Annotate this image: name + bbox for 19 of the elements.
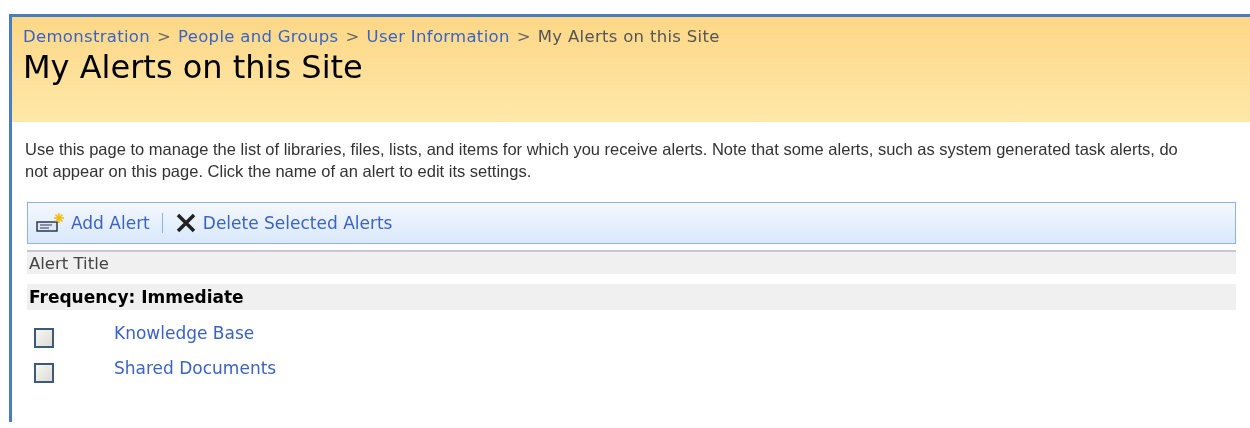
breadcrumb-link[interactable]: Demonstration — [23, 27, 150, 46]
page-title: My Alerts on this Site — [23, 48, 364, 86]
column-header[interactable]: Alert Title — [27, 250, 1236, 274]
alert-link[interactable]: Knowledge Base — [114, 322, 255, 343]
breadcrumb-separator: > — [516, 27, 531, 46]
checkbox[interactable] — [34, 362, 54, 383]
breadcrumb-current: My Alerts on this Site — [537, 27, 720, 46]
delete-icon — [174, 212, 197, 234]
add-alert-button[interactable]: Add Alert — [33, 212, 152, 234]
alert-link[interactable]: Shared Documents — [114, 357, 277, 378]
page-description: Use this page to manage the list of libraries, files, lists, and items for which you receive alerts. Note that some alerts, such as system generated task alerts, do not appear on this page. Click the name of an alert to edit its settings. — [25, 139, 1179, 182]
add-alert-icon — [35, 212, 65, 234]
breadcrumb-link[interactable]: User Information — [366, 27, 510, 46]
breadcrumb-link[interactable]: People and Groups — [178, 27, 339, 46]
checkbox[interactable] — [34, 327, 54, 348]
breadcrumb-separator: > — [156, 27, 172, 46]
breadcrumb-separator: > — [345, 27, 360, 46]
group-header: Frequency: Immediate — [27, 284, 1236, 310]
delete-button[interactable]: Delete Selected Alerts — [172, 212, 395, 234]
